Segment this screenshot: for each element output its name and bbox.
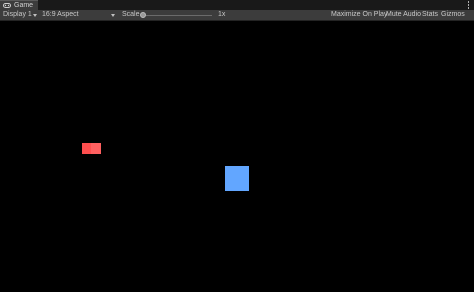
gizmos-toggle[interactable]: Gizmos bbox=[441, 10, 465, 20]
scale-slider-track[interactable] bbox=[146, 15, 212, 16]
more-options-icon[interactable] bbox=[467, 1, 470, 9]
game-toolbar: Display 1 16:9 Aspect Scale 1x Maximize … bbox=[0, 10, 474, 21]
gamepad-icon bbox=[3, 3, 11, 8]
aspect-chevron-down-icon bbox=[111, 14, 115, 17]
scale-slider-thumb[interactable] bbox=[140, 12, 146, 18]
maximize-on-play-toggle[interactable]: Maximize On Play bbox=[331, 10, 387, 20]
tab-label: Game bbox=[14, 1, 34, 9]
aspect-dropdown[interactable]: 16:9 Aspect bbox=[42, 10, 79, 20]
display-dropdown[interactable]: Display 1 bbox=[3, 10, 32, 20]
mute-audio-toggle[interactable]: Mute Audio bbox=[386, 10, 421, 20]
red-block-highlight bbox=[91, 143, 101, 154]
display-chevron-down-icon bbox=[33, 14, 37, 17]
display-dropdown-label: Display 1 bbox=[3, 11, 32, 18]
stats-toggle[interactable]: Stats bbox=[422, 10, 438, 20]
tab-game[interactable]: Game bbox=[0, 0, 38, 10]
red-block bbox=[82, 143, 101, 154]
scale-value: 1x bbox=[218, 11, 226, 18]
game-viewport[interactable] bbox=[0, 21, 474, 292]
scale-label: Scale bbox=[122, 11, 140, 18]
aspect-dropdown-label: 16:9 Aspect bbox=[42, 11, 79, 18]
tab-bar: Game bbox=[0, 0, 474, 10]
blue-block bbox=[225, 166, 249, 191]
